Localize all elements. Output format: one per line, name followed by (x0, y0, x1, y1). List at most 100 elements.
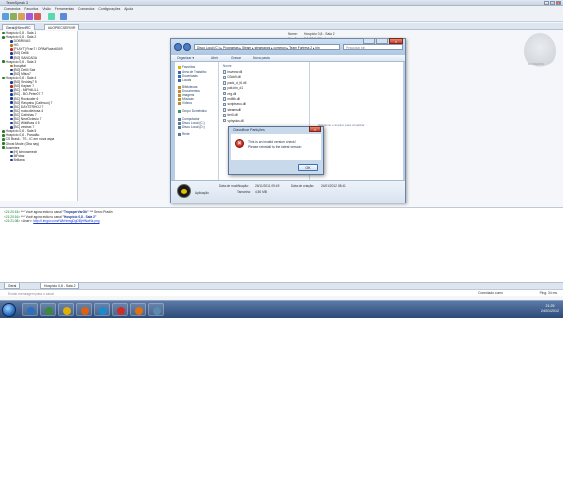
file-item[interactable]: reg.dll (223, 92, 236, 96)
chat-channel[interactable]: "Hospício 0,8 - Sala 2" (63, 215, 97, 219)
file-item[interactable]: tier0.dll (223, 113, 238, 117)
channel-tree: Hospício 0,8 - Sala 1 Hospício 0,8 - Sala… (0, 31, 78, 201)
channel-icon (2, 31, 5, 35)
mute-speaker-icon[interactable] (34, 13, 41, 20)
nav-item[interactable]: Rede (178, 132, 190, 136)
taskbar-skype-button[interactable] (94, 303, 110, 316)
bookmark-icon[interactable] (10, 13, 17, 20)
channel-icon (2, 142, 5, 145)
nav-item[interactable]: Locais (178, 78, 191, 82)
folder-icon (178, 125, 181, 129)
user-status-icon (10, 154, 13, 158)
dialog-close-button[interactable]: × (309, 126, 321, 132)
file-name: vphysics.dll (227, 118, 244, 123)
size-value: 4,50 MB (255, 190, 267, 194)
user-status-icon (10, 101, 13, 105)
taskbar-explorer-button[interactable] (22, 303, 38, 316)
close-button[interactable]: × (389, 38, 403, 44)
forward-icon[interactable] (183, 43, 191, 51)
server-tabbar: Geral@ServIRC #UOPIECSERVIR (0, 23, 563, 30)
system-clock[interactable]: 21:25 24/01/2012 (541, 304, 559, 314)
nav-item[interactable]: Favoritos (178, 65, 195, 69)
ok-button[interactable]: OK (298, 164, 318, 171)
search-input[interactable]: Pesquisar bin (343, 44, 403, 50)
file-name: pak.bin_d1 (227, 86, 244, 91)
chat-line: <21:21:08> <User>: http://i.imgur.com/rW… (4, 219, 100, 223)
file-name: D3dx9.dll (227, 75, 241, 80)
user-status-icon (10, 125, 13, 129)
user-status-icon (10, 93, 13, 96)
channel-icon (2, 134, 5, 137)
minimize-button[interactable] (363, 38, 375, 44)
nav-item[interactable]: Vídeos (178, 101, 192, 105)
new-folder-button[interactable]: Nova pasta (253, 56, 270, 60)
user-status-icon (10, 121, 13, 125)
chat-link[interactable]: http://i.imgur.com/rWkHmsgDgDBjHfNwNk.pn… (33, 219, 99, 223)
clock-date: 24/01/2012 (541, 309, 559, 313)
file-item[interactable]: steamsdll (223, 108, 241, 112)
skype-icon (99, 306, 107, 315)
status-connected: Conectado como (478, 291, 503, 295)
column-header-name[interactable]: Nome (223, 64, 232, 68)
chat-input[interactable]: Enviar mensagem para o canal Conectado c… (0, 289, 563, 296)
file-item[interactable]: pak.bin_d1 (223, 86, 243, 90)
error-dialog[interactable]: Classificar Partições × × This is an inv… (228, 126, 324, 175)
explorer-window[interactable]: Disco Local (C:) ▸ Programas ▸ Steam ▸ s… (170, 38, 406, 203)
tab-server-2[interactable]: #UOPIECSERVIR (44, 24, 80, 30)
burn-button[interactable]: Gravar (231, 56, 241, 60)
user-status-icon (10, 105, 13, 109)
tree-user[interactable]: Brillana (0, 158, 77, 162)
connect-icon[interactable] (2, 13, 9, 20)
minimize-icon[interactable]: – (544, 0, 549, 5)
file-item[interactable]: bsvnew.dll (223, 70, 242, 74)
file-item[interactable]: mdllib.dll (223, 97, 240, 101)
taskbar-teamspeak-button[interactable] (148, 303, 164, 316)
file-name: tier0.dll (227, 113, 238, 118)
chrome-icon (117, 306, 125, 315)
open-button[interactable]: Abrir (211, 56, 218, 60)
settings-icon[interactable] (48, 13, 55, 20)
folder-icon (178, 78, 181, 82)
chat-channel[interactable]: "TropaperVarGb" (63, 210, 89, 214)
nav-label: Favoritos (182, 65, 196, 69)
status-ping: Ping: 34 ms (539, 291, 557, 295)
maximize-icon[interactable]: □ (550, 0, 555, 5)
maximize-button[interactable] (376, 38, 388, 44)
chat-timestamp: <21:20:16> (4, 214, 21, 219)
channel-icon (2, 130, 5, 133)
size-label: Tamanho: (237, 190, 251, 194)
file-name: scriptsecu.dll (227, 102, 246, 107)
navigation-pane: Favoritos Área de Trabalho Downloads Locais… (175, 62, 219, 180)
file-item[interactable]: vphysics.dll (223, 119, 244, 123)
close-icon[interactable]: × (556, 0, 561, 5)
organize-button[interactable]: Organizar ▾ (177, 56, 194, 60)
file-item[interactable]: pack_d_t0.dll (223, 81, 246, 85)
file-icon (223, 75, 226, 80)
file-item[interactable]: scriptsecu.dll (223, 102, 246, 106)
taskbar-firefox-button[interactable] (76, 303, 92, 316)
user-status-icon (10, 72, 13, 76)
dialog-body: × This is an invalid version check! Plea… (231, 134, 321, 160)
file-item[interactable]: D3dx9.dll (223, 75, 241, 79)
address-bar[interactable]: Disco Local (C:) ▸ Programas ▸ Steam ▸ s… (194, 44, 340, 50)
taskbar-app-button[interactable] (130, 303, 146, 316)
mute-mic-icon[interactable] (26, 13, 33, 20)
tab-server-1[interactable]: Geral@ServIRC (2, 24, 35, 30)
nav-item[interactable]: Disco Local (D:) (178, 125, 205, 129)
back-icon[interactable] (174, 43, 182, 51)
identity-icon[interactable] (60, 13, 67, 20)
explorer-titlebar[interactable]: Disco Local (C:) ▸ Programas ▸ Steam ▸ s… (171, 38, 405, 55)
command-bar: Organizar ▾ Abrir Gravar Nova pasta (171, 55, 405, 62)
taskbar-chrome-button[interactable] (112, 303, 128, 316)
start-button[interactable] (2, 303, 16, 317)
file-icon (223, 81, 226, 85)
channel-icon (2, 35, 5, 39)
taskbar-media-button[interactable] (40, 303, 56, 316)
nav-item[interactable]: Grupo Doméstico (178, 109, 207, 113)
taskbar-folder-button[interactable] (58, 303, 74, 316)
chat-log: <21:20:15> *** Você agora está no canal … (0, 207, 563, 282)
away-icon[interactable] (18, 13, 25, 20)
chat-line: <21:20:15> *** Você agora está no canal … (4, 210, 113, 214)
user-status-icon (10, 97, 13, 100)
file-icon (223, 119, 226, 123)
